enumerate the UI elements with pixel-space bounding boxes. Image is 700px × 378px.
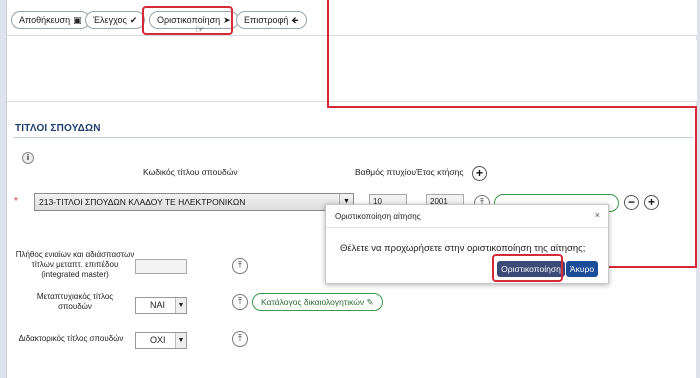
annotation-line bbox=[695, 106, 697, 268]
blank-panel bbox=[7, 40, 697, 102]
check-button-label: Έλεγχος bbox=[93, 15, 127, 25]
back-button[interactable]: Επιστροφή 🡸 bbox=[236, 11, 307, 29]
checkmark-icon: ✔ bbox=[129, 15, 138, 25]
finalize-dialog: Οριστικοποίηση αίτησης × Θέλετε να προχω… bbox=[325, 204, 609, 284]
title-code-select[interactable]: 213-ΤΙΤΛΟΙ ΣΠΟΥΔΩΝ ΚΛΑΔΟΥ ΤΕ ΗΛΕΚΤΡΟΝΙΚΩ… bbox=[34, 193, 354, 211]
doctoral-value: ΟΧΙ bbox=[150, 335, 166, 345]
dialog-divider bbox=[326, 227, 608, 228]
chevron-down-icon: ▼ bbox=[175, 333, 186, 348]
doctoral-select[interactable]: ΟΧΙ ▼ bbox=[135, 332, 187, 349]
cancel-button[interactable]: Άκυρο bbox=[566, 261, 598, 277]
documents-catalog-label: Κατάλογος δικαιολογητικών bbox=[261, 297, 365, 307]
doctoral-label: Διδακτορικός τίτλος σπουδών bbox=[18, 334, 124, 343]
action-toolbar: Αποθήκευση ▣ Έλεγχος ✔ Οριστικοποίηση ➤ Επι… bbox=[7, 0, 697, 36]
add-row-button[interactable]: + bbox=[644, 195, 659, 210]
section-title: ΤΙΤΛΟΙ ΣΠΟΥΔΩΝ bbox=[15, 123, 101, 134]
chevron-down-icon: ▼ bbox=[175, 298, 186, 313]
floppy-disk-icon: ▣ bbox=[73, 15, 82, 25]
required-mark: * bbox=[14, 196, 18, 207]
finalize-highlight bbox=[142, 6, 233, 35]
application-page: Αποθήκευση ▣ Έλεγχος ✔ Οριστικοποίηση ➤ Επι… bbox=[6, 0, 697, 378]
annotation-line bbox=[327, 106, 697, 108]
integrated-master-input[interactable] bbox=[135, 259, 187, 274]
column-grade: Βαθμός πτυχίου bbox=[355, 167, 416, 177]
section-divider bbox=[13, 137, 693, 138]
save-button-label: Αποθήκευση bbox=[19, 15, 71, 25]
upload-icon[interactable]: ⤒ bbox=[232, 294, 248, 310]
documents-catalog-button[interactable]: Κατάλογος δικαιολογητικών ✎ bbox=[252, 293, 383, 311]
upload-icon[interactable]: ⤒ bbox=[232, 331, 248, 347]
confirm-highlight bbox=[492, 254, 563, 282]
upload-icon[interactable]: ⤒ bbox=[232, 258, 248, 274]
remove-title-button[interactable]: − bbox=[624, 195, 639, 210]
pencil-icon: ✎ bbox=[366, 297, 374, 307]
dialog-title: Οριστικοποίηση αίτησης bbox=[335, 212, 421, 221]
arrow-left-icon: 🡸 bbox=[291, 15, 299, 25]
postgrad-select[interactable]: ΝΑΙ ▼ bbox=[135, 297, 187, 314]
postgrad-label: Μεταπτυχιακός τίτλος σπουδών bbox=[36, 292, 114, 311]
annotation-line bbox=[327, 0, 329, 108]
save-button[interactable]: Αποθήκευση ▣ bbox=[11, 11, 90, 29]
add-title-button[interactable]: + bbox=[472, 166, 487, 181]
close-icon[interactable]: × bbox=[595, 210, 600, 220]
integrated-master-label: Πλήθος ενιαίων και αδιάσπαστων τίτλων με… bbox=[15, 250, 135, 279]
dialog-message: Θέλετε να προχωρήσετε στην οριστικοποίησ… bbox=[340, 243, 586, 254]
check-button[interactable]: Έλεγχος ✔ bbox=[85, 11, 146, 29]
mouse-cursor-icon: ☞ bbox=[195, 24, 205, 36]
column-year: Έτος κτήσης bbox=[416, 167, 464, 177]
info-icon[interactable]: i bbox=[22, 152, 34, 164]
column-title-code: Κωδικός τίτλου σπουδών bbox=[143, 167, 238, 177]
postgrad-value: ΝΑΙ bbox=[150, 300, 166, 310]
title-code-value: 213-ΤΙΤΛΟΙ ΣΠΟΥΔΩΝ ΚΛΑΔΟΥ ΤΕ ΗΛΕΚΤΡΟΝΙΚΩ… bbox=[39, 197, 246, 207]
back-button-label: Επιστροφή bbox=[244, 15, 289, 25]
